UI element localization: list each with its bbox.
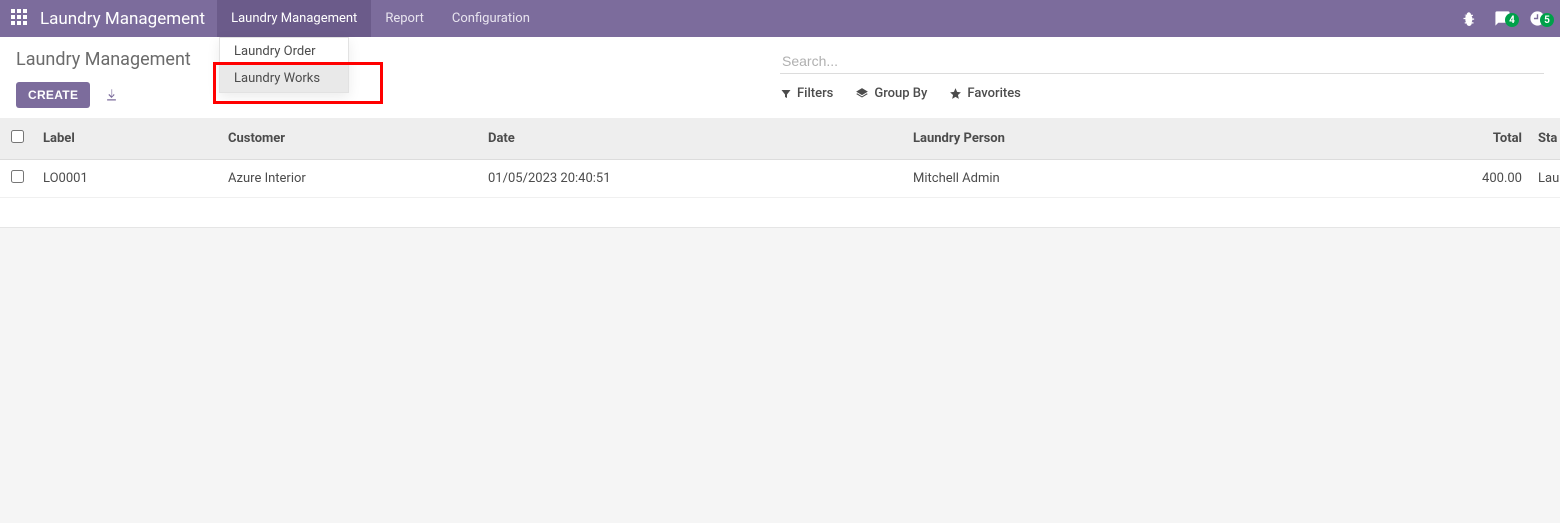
- nav-links: Laundry Management Report Configuration: [217, 0, 544, 37]
- nav-right: 4 5: [1457, 0, 1560, 37]
- star-icon: [949, 87, 962, 100]
- filter-row: Filters Group By Favorites: [780, 84, 1544, 101]
- nav-laundry-management[interactable]: Laundry Management: [217, 0, 371, 37]
- search-wrapper: [780, 49, 1544, 74]
- groupby-label: Group By: [874, 86, 927, 101]
- col-person[interactable]: Laundry Person: [905, 118, 1265, 160]
- nav-report[interactable]: Report: [371, 0, 438, 37]
- table-row[interactable]: LO0001 Azure Interior 01/05/2023 20:40:5…: [0, 160, 1560, 198]
- select-all-checkbox[interactable]: [11, 130, 24, 143]
- nav-configuration[interactable]: Configuration: [438, 0, 544, 37]
- cell-label: LO0001: [35, 160, 220, 198]
- apps-menu-button[interactable]: [0, 0, 37, 37]
- col-customer[interactable]: Customer: [220, 118, 480, 160]
- chat-badge: 4: [1505, 13, 1519, 27]
- filters-label: Filters: [797, 86, 833, 101]
- download-button[interactable]: [100, 84, 123, 107]
- cp-buttons: CREATE: [16, 82, 780, 108]
- activity-badge: 5: [1540, 13, 1554, 27]
- cell-total: 400.00: [1265, 160, 1530, 198]
- col-check: [0, 118, 35, 160]
- col-status[interactable]: Sta: [1530, 118, 1560, 160]
- table-header-row: Label Customer Date Laundry Person Total…: [0, 118, 1560, 160]
- apps-grid-icon: [11, 9, 27, 29]
- filters-button[interactable]: Filters: [780, 86, 833, 101]
- spacer: [0, 198, 1560, 228]
- cell-person: Mitchell Admin: [905, 160, 1265, 198]
- download-icon: [104, 88, 119, 103]
- debug-icon[interactable]: [1457, 11, 1480, 26]
- favorites-button[interactable]: Favorites: [949, 86, 1020, 101]
- row-checkbox[interactable]: [11, 170, 24, 183]
- col-label[interactable]: Label: [35, 118, 220, 160]
- col-date[interactable]: Date: [480, 118, 905, 160]
- search-input[interactable]: [780, 49, 1544, 73]
- activity-icon[interactable]: 5: [1525, 10, 1550, 27]
- cell-customer: Azure Interior: [220, 160, 480, 198]
- top-navbar: Laundry Management Laundry Management Re…: [0, 0, 1560, 37]
- list-view: Label Customer Date Laundry Person Total…: [0, 118, 1560, 198]
- cp-right: Filters Group By Favorites: [780, 49, 1544, 108]
- groupby-button[interactable]: Group By: [855, 86, 927, 101]
- cell-status: Lau: [1530, 160, 1560, 198]
- layers-icon: [855, 87, 869, 101]
- messaging-icon[interactable]: 4: [1490, 10, 1515, 27]
- app-title: Laundry Management: [37, 0, 217, 37]
- laundry-management-dropdown: Laundry Order Laundry Works: [219, 37, 349, 93]
- dropdown-laundry-works[interactable]: Laundry Works: [220, 65, 348, 92]
- dropdown-laundry-order[interactable]: Laundry Order: [220, 38, 348, 65]
- create-button[interactable]: CREATE: [16, 82, 90, 108]
- page-bottom: [0, 228, 1560, 458]
- favorites-label: Favorites: [967, 86, 1020, 101]
- col-total[interactable]: Total: [1265, 118, 1530, 160]
- filter-icon: [780, 88, 792, 100]
- records-table: Label Customer Date Laundry Person Total…: [0, 118, 1560, 198]
- cp-left: Laundry Management CREATE: [16, 49, 780, 108]
- row-check: [0, 160, 35, 198]
- page-title: Laundry Management: [16, 49, 780, 70]
- cell-date: 01/05/2023 20:40:51: [480, 160, 905, 198]
